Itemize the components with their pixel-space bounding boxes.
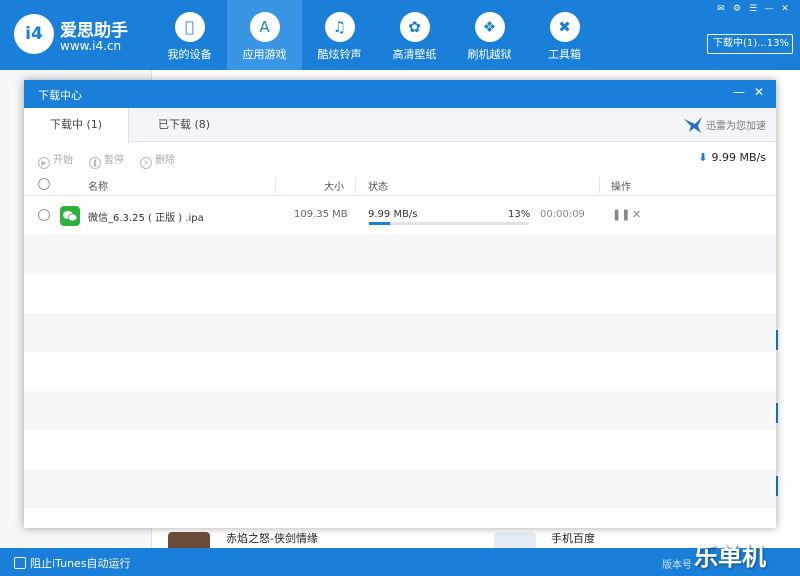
dialog-tabs: 下载中 (1) 已下载 (8) 迅雷为您加速 <box>24 108 776 143</box>
start-label: 开始 <box>53 155 73 166</box>
empty-row <box>24 391 776 430</box>
select-all-radio[interactable] <box>38 178 50 190</box>
background-app-thumbnail <box>494 532 536 548</box>
apple-icon:  <box>174 12 205 42</box>
block-itunes-checkbox[interactable] <box>14 557 26 569</box>
pause-icon: ❚ <box>89 157 101 169</box>
nav-label: 我的设备 <box>167 48 212 61</box>
status-bar: 阻止iTunes自动运行 版本号 <box>0 548 800 576</box>
empty-row <box>24 235 776 274</box>
col-name[interactable]: 名称 <box>88 178 108 193</box>
flower-icon: ✿ <box>399 12 430 42</box>
main-nav:  我的设备 A 应用游戏 ♫ 酷炫铃声 ✿ 高清壁纸 ❖ 刷机越狱 ✖ 工具箱 <box>152 0 602 70</box>
nav-label: 高清壁纸 <box>392 48 437 61</box>
column-divider <box>275 177 276 193</box>
delete-label: 删除 <box>155 155 175 166</box>
brand-url: www.i4.cn <box>60 39 122 53</box>
nav-my-device[interactable]:  我的设备 <box>152 0 227 70</box>
nav-wallpapers[interactable]: ✿ 高清壁纸 <box>377 0 452 70</box>
empty-row <box>24 313 776 352</box>
table-header: 名称 大小 状态 操作 <box>24 174 776 196</box>
window-controls: ✉ ⚙ ☰ — ✕ <box>714 3 792 15</box>
total-speed-value: 9.99 MB/s <box>711 151 766 164</box>
nav-label: 酷炫铃声 <box>317 48 362 61</box>
download-time-left: 00:00:09 <box>540 209 585 220</box>
col-size[interactable]: 大小 <box>324 178 344 193</box>
empty-row <box>24 469 776 508</box>
download-progress-bar <box>369 222 529 225</box>
nav-apps-games[interactable]: A 应用游戏 <box>227 0 302 70</box>
wechat-icon <box>60 206 80 226</box>
download-toolbar: ▶ 开始 ❚ 暂停 ✕ 删除 ⬇ 9.99 MB/s <box>24 142 776 174</box>
background-app-name[interactable]: 赤焰之怒-侠剑情缘 <box>226 530 318 548</box>
tab-downloading[interactable]: 下载中 (1) <box>24 108 129 143</box>
thunder-bird-icon <box>683 117 702 133</box>
dialog-titlebar: 下载中心 — ✕ <box>24 80 776 108</box>
download-list: 微信_6.3.25 ( 正版 ) .ipa 109.35 MB 9.99 MB/… <box>24 196 776 528</box>
play-icon: ▶ <box>38 157 50 169</box>
thunder-label: 迅雷为您加速 <box>706 121 766 132</box>
thunder-accelerate[interactable]: 迅雷为您加速 <box>683 116 766 134</box>
nav-flash-jailbreak[interactable]: ❖ 刷机越狱 <box>452 0 527 70</box>
app-header: i4 爱思助手 www.i4.cn  我的设备 A 应用游戏 ♫ 酷炫铃声 ✿… <box>0 0 800 70</box>
row-delete-button[interactable]: ✕ <box>632 208 641 221</box>
close-icon[interactable]: ✕ <box>752 84 766 100</box>
pause-label: 暂停 <box>104 155 124 166</box>
background-app-name[interactable]: 手机百度 <box>551 530 595 548</box>
i4-logo: i4 <box>14 14 54 54</box>
row-select-radio[interactable] <box>38 209 50 221</box>
dropbox-icon: ❖ <box>474 12 505 42</box>
minimize-icon[interactable]: — <box>762 3 776 15</box>
block-itunes-label: 阻止iTunes自动运行 <box>30 557 131 570</box>
row-pause-button[interactable]: ❚❚ <box>612 208 630 221</box>
nav-toolbox[interactable]: ✖ 工具箱 <box>527 0 602 70</box>
dialog-controls: — ✕ <box>732 84 766 100</box>
nav-label: 工具箱 <box>548 48 581 61</box>
tools-icon: ✖ <box>549 12 580 42</box>
download-speed: 9.99 MB/s <box>368 209 418 220</box>
download-file-size: 109.35 MB <box>294 209 348 220</box>
total-speed: ⬇ 9.99 MB/s <box>698 151 766 164</box>
download-progress-fill <box>369 222 390 225</box>
column-divider <box>599 177 600 193</box>
nav-ringtones[interactable]: ♫ 酷炫铃声 <box>302 0 377 70</box>
menu-icon[interactable]: ☰ <box>746 3 760 15</box>
column-divider <box>355 177 356 193</box>
download-center-dialog: 下载中心 — ✕ 下载中 (1) 已下载 (8) 迅雷为您加速 ▶ 开始 ❚ 暂停 … <box>24 80 776 528</box>
background-app-thumbnail <box>168 532 210 548</box>
message-icon[interactable]: ✉ <box>714 3 728 15</box>
table-row[interactable]: 微信_6.3.25 ( 正版 ) .ipa 109.35 MB 9.99 MB/… <box>24 196 776 235</box>
dialog-title: 下载中心 <box>38 89 82 102</box>
brand-name: 爱思助手 <box>60 21 128 41</box>
nav-label: 刷机越狱 <box>467 48 512 61</box>
skin-icon[interactable]: ⚙ <box>730 3 744 15</box>
watermark: 乐单机 <box>694 543 766 571</box>
minimize-icon[interactable]: — <box>732 84 746 100</box>
app-store-icon: A <box>249 12 280 42</box>
pause-button[interactable]: ❚ 暂停 <box>89 151 124 169</box>
download-arrow-icon: ⬇ <box>698 151 708 164</box>
download-file-name: 微信_6.3.25 ( 正版 ) .ipa <box>88 213 204 224</box>
close-icon[interactable]: ✕ <box>778 3 792 15</box>
delete-button[interactable]: ✕ 删除 <box>140 151 175 169</box>
empty-row <box>24 352 776 391</box>
delete-icon: ✕ <box>140 157 152 169</box>
download-percent: 13% <box>508 209 531 220</box>
nav-label: 应用游戏 <box>242 48 287 61</box>
col-status[interactable]: 状态 <box>368 178 388 193</box>
bell-icon: ♫ <box>324 12 355 42</box>
empty-row <box>24 430 776 469</box>
pause-icon: ❚❚ <box>612 208 631 221</box>
col-actions: 操作 <box>611 182 631 193</box>
brand: i4 爱思助手 www.i4.cn <box>14 14 144 58</box>
tab-downloaded[interactable]: 已下载 (8) <box>129 108 239 142</box>
start-button[interactable]: ▶ 开始 <box>38 151 73 169</box>
empty-row <box>24 274 776 313</box>
close-icon: ✕ <box>632 208 642 221</box>
block-itunes-toggle[interactable]: 阻止iTunes自动运行 <box>14 555 131 571</box>
version-label: 版本号 <box>662 560 692 571</box>
download-status-button[interactable]: 下载中(1)...13% <box>707 34 793 54</box>
